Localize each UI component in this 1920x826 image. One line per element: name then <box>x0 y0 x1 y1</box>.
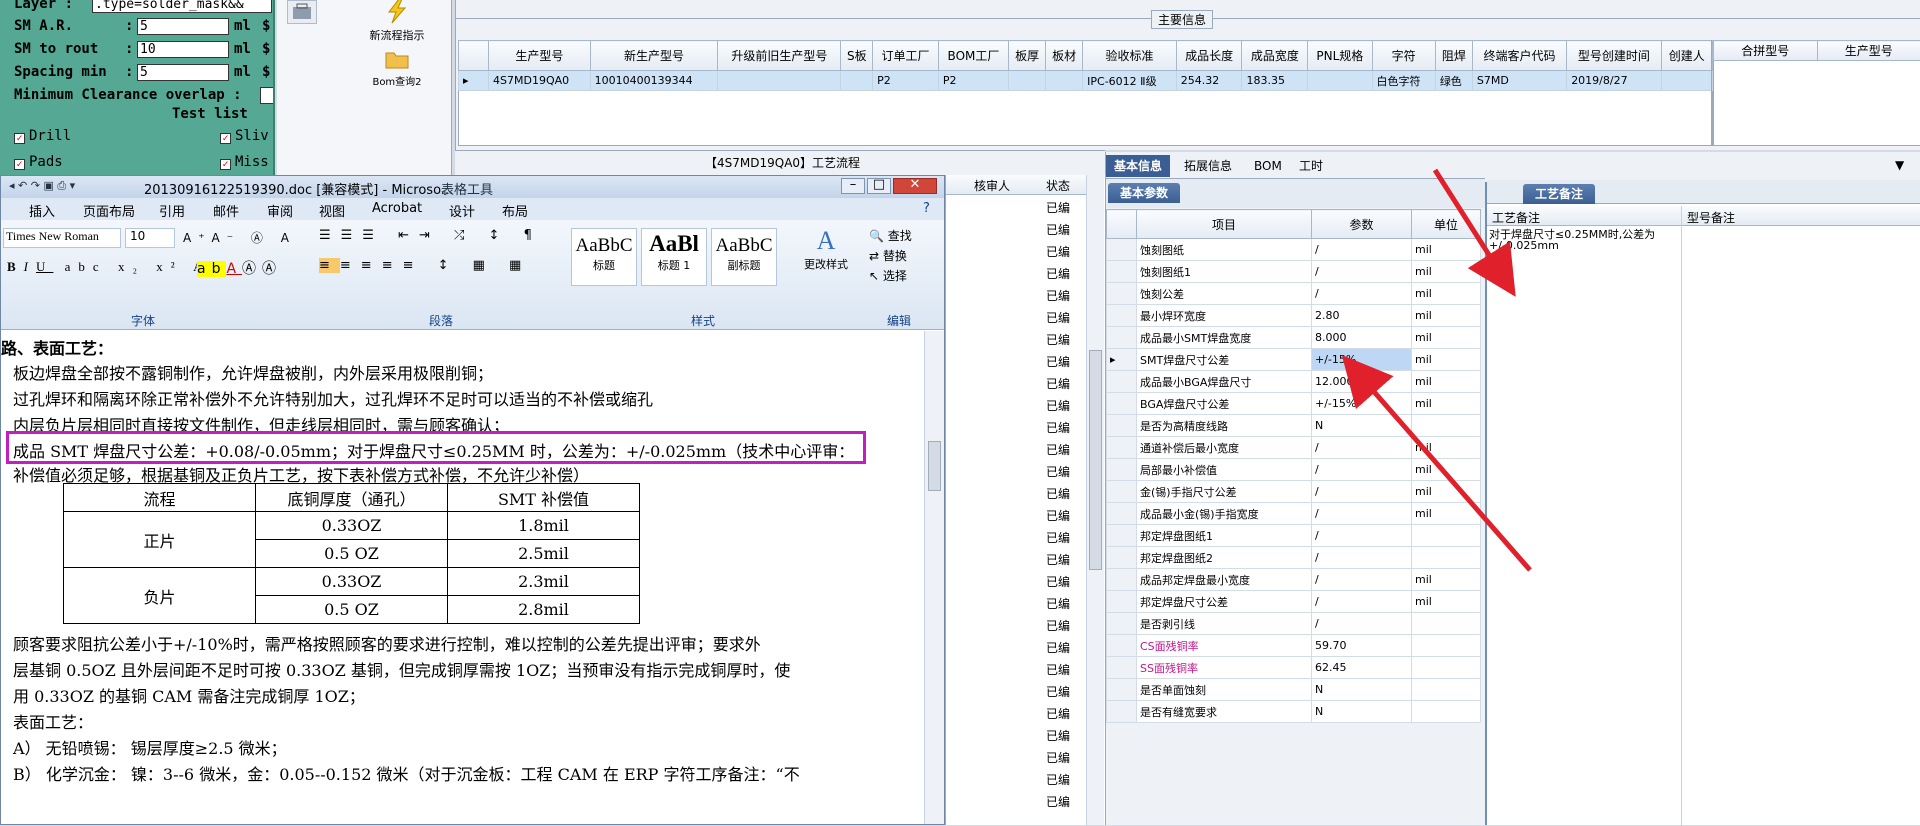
arrow-to-smt-tolerance <box>1341 354 1532 572</box>
annotation-arrows <box>1341 168 1532 572</box>
arrow-to-process-note <box>1432 168 1516 297</box>
